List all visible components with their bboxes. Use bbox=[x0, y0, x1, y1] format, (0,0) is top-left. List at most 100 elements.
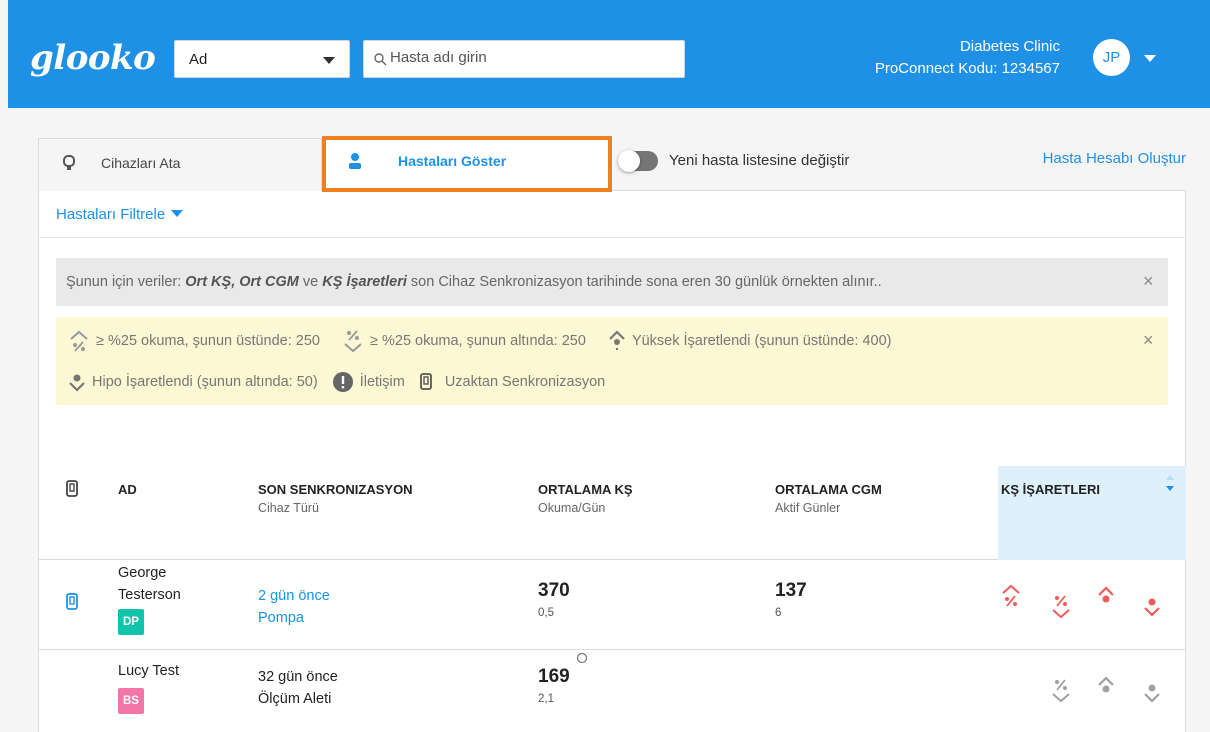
info-text: Şunun için veriler: Ort KŞ, Ort CGM ve K… bbox=[66, 274, 882, 290]
legend-remote-label: Uzaktan Senkronizasyon bbox=[444, 374, 606, 390]
close-icon[interactable]: × bbox=[1143, 271, 1154, 292]
account-menu-chevron-icon[interactable] bbox=[1144, 55, 1156, 62]
info-banner: Şunun için veriler: Ort KŞ, Ort CGM ve K… bbox=[56, 258, 1168, 306]
high-flag-icon bbox=[609, 330, 625, 350]
below-threshold-icon bbox=[1052, 595, 1070, 619]
above-threshold-icon bbox=[70, 330, 88, 352]
column-header-bg-flags[interactable]: KŞ İŞARETLERI bbox=[1001, 482, 1100, 497]
top-bar: glooko Ad Diabetes Clinic ProConnect Kod… bbox=[8, 0, 1210, 108]
hypo-flag-icon bbox=[1144, 684, 1160, 703]
legend-contact: İletişim bbox=[332, 371, 405, 393]
clinic-info: Diabetes Clinic ProConnect Kodu: 1234567 bbox=[875, 36, 1060, 80]
patient-name[interactable]: Lucy Test BS bbox=[118, 660, 179, 714]
table-header: AD SON SENKRONIZASYON Cihaz Türü ORTALAMA… bbox=[38, 466, 1186, 560]
col-cgm-label: ORTALAMA CGM bbox=[775, 482, 882, 497]
last-sync-cell: 32 gün önce Ölçüm Aleti bbox=[258, 666, 338, 710]
legend-contact-label: İletişim bbox=[359, 374, 405, 390]
table-row[interactable]: George Testerson DP 2 gün önce Pompa 370… bbox=[38, 560, 1186, 650]
search-input[interactable] bbox=[390, 49, 670, 66]
info-bold-1: Ort KŞ, Ort CGM bbox=[185, 274, 299, 290]
legend-hypo-label: Hipo İşaretlendi (şunun altında: 50) bbox=[92, 374, 318, 390]
table-row[interactable]: Lucy Test BS 32 gün önce Ölçüm Aleti 169… bbox=[38, 650, 1186, 732]
hypo-flag-icon bbox=[1144, 598, 1160, 617]
alert-icon bbox=[332, 372, 353, 392]
col-bg-sub: Okuma/Gün bbox=[538, 501, 606, 515]
sort-icon[interactable] bbox=[1165, 474, 1175, 492]
column-header-last-sync[interactable]: SON SENKRONIZASYON Cihaz Türü bbox=[258, 482, 413, 515]
search-type-value: Ad bbox=[189, 51, 208, 68]
avg-bg-cell: 169 2,1 bbox=[538, 666, 570, 710]
remote-sync-device-icon[interactable] bbox=[65, 479, 79, 499]
col-bg-label: ORTALAMA KŞ bbox=[538, 482, 633, 497]
remote-sync-device-icon bbox=[66, 593, 78, 610]
col-cgm-sub: Aktif Günler bbox=[775, 501, 841, 515]
search-icon bbox=[374, 53, 387, 66]
cursor-ring-icon bbox=[576, 652, 588, 664]
below-threshold-icon bbox=[344, 330, 362, 353]
last-sync-time: 2 gün önce bbox=[258, 588, 330, 604]
avg-bg-value: 169 bbox=[538, 666, 570, 687]
info-bold-2: KŞ İşaretleri bbox=[322, 274, 407, 290]
avg-cgm-cell: 137 6 bbox=[775, 580, 807, 624]
col-sync-label: SON SENKRONIZASYON bbox=[258, 482, 413, 497]
tab-assign-devices[interactable]: Cihazları Ata bbox=[38, 138, 322, 191]
legend-below: ≥ %25 okuma, şunun altında: 250 bbox=[342, 329, 586, 353]
chevron-down-icon bbox=[171, 210, 184, 217]
legend-above: ≥ %25 okuma, şunun üstünde: 250 bbox=[68, 330, 320, 352]
tab-show-patients-label: Hastaları Göster bbox=[398, 153, 507, 169]
last-sync-link[interactable]: 2 gün önce Pompa bbox=[258, 585, 330, 629]
column-header-name[interactable]: AD bbox=[118, 482, 137, 497]
reads-per-day: 2,1 bbox=[538, 693, 554, 705]
active-days: 6 bbox=[775, 607, 782, 619]
avg-cgm-value: 137 bbox=[775, 580, 807, 601]
patient-name[interactable]: George Testerson DP bbox=[118, 562, 181, 635]
patient-type-badge: DP bbox=[118, 609, 144, 635]
device-type: Ölçüm Aleti bbox=[258, 691, 332, 707]
avg-bg-cell: 370 0,5 bbox=[538, 580, 570, 624]
person-icon bbox=[349, 153, 361, 169]
info-suffix: son Cihaz Senkronizasyon tarihinde sona … bbox=[406, 274, 882, 290]
close-icon[interactable]: × bbox=[1143, 330, 1154, 351]
last-sync-time: 32 gün önce bbox=[258, 669, 338, 685]
legend-above-label: ≥ %25 okuma, şunun üstünde: 250 bbox=[96, 333, 320, 349]
col-flags-label: KŞ İŞARETLERI bbox=[1001, 482, 1100, 497]
device-pin-icon bbox=[63, 155, 75, 170]
filter-patients-dropdown[interactable]: Hastaları Filtrele bbox=[56, 206, 184, 223]
legend-below-label: ≥ %25 okuma, şunun altında: 250 bbox=[370, 333, 586, 349]
patient-first-name: George bbox=[118, 565, 167, 581]
below-threshold-icon bbox=[1052, 679, 1070, 703]
toggle-label: Yeni hasta listesine değiştir bbox=[669, 152, 850, 169]
patient-type-badge: BS bbox=[118, 688, 144, 714]
legend-high: Yüksek İşaretlendi (şunun üstünde: 400) bbox=[608, 330, 892, 352]
chevron-down-icon bbox=[323, 57, 335, 64]
avg-bg-value: 370 bbox=[538, 580, 570, 601]
column-header-avg-cgm[interactable]: ORTALAMA CGM Aktif Günler bbox=[775, 482, 882, 515]
avatar[interactable]: JP bbox=[1093, 39, 1130, 76]
tab-assign-devices-label: Cihazları Ata bbox=[101, 155, 181, 171]
col-sync-sub: Cihaz Türü bbox=[258, 501, 319, 515]
above-threshold-icon bbox=[1002, 584, 1020, 607]
column-header-avg-bg[interactable]: ORTALAMA KŞ Okuma/Gün bbox=[538, 482, 633, 515]
sorted-column-highlight bbox=[998, 466, 1186, 560]
proconnect-code: ProConnect Kodu: 1234567 bbox=[874, 60, 1060, 77]
flags-legend: ≥ %25 okuma, şunun üstünde: 250 ≥ %25 ok… bbox=[56, 317, 1168, 405]
create-patient-account-link[interactable]: Hasta Hesabı Oluştur bbox=[1043, 150, 1186, 167]
patient-search[interactable] bbox=[363, 40, 685, 78]
search-type-select[interactable]: Ad bbox=[174, 40, 350, 78]
divider bbox=[38, 237, 1186, 238]
toggle-knob bbox=[618, 150, 640, 172]
glooko-logo[interactable]: glooko bbox=[30, 38, 156, 78]
patient-first-name: Lucy Test bbox=[118, 663, 179, 679]
info-prefix: Şunun için veriler: bbox=[66, 274, 186, 290]
tab-show-patients[interactable]: Hastaları Göster bbox=[322, 136, 612, 192]
legend-high-label: Yüksek İşaretlendi (şunun üstünde: 400) bbox=[631, 333, 892, 349]
filter-label: Hastaları Filtrele bbox=[56, 206, 166, 223]
high-flag-icon bbox=[1098, 586, 1114, 603]
hypo-flag-icon bbox=[69, 374, 85, 392]
new-list-toggle[interactable] bbox=[618, 150, 658, 172]
legend-hypo: Hipo İşaretlendi (şunun altında: 50) bbox=[68, 371, 318, 393]
reads-per-day: 0,5 bbox=[538, 607, 554, 619]
patient-last-name: Testerson bbox=[118, 587, 181, 603]
high-flag-icon bbox=[1098, 676, 1114, 693]
col-name-label: AD bbox=[118, 482, 137, 497]
